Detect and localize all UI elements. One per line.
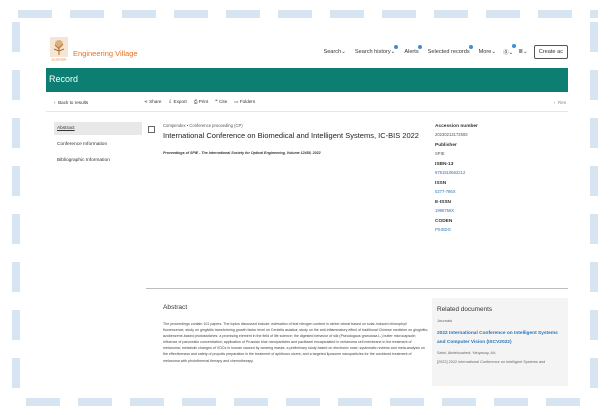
notification-dot bbox=[512, 44, 517, 48]
page-title: Record bbox=[49, 74, 79, 84]
frame-dash-top bbox=[18, 10, 598, 18]
folders-button[interactable]: ▭ Folders bbox=[234, 99, 255, 105]
print-icon: ⎙ bbox=[193, 99, 198, 104]
abstract-text: The proceedings contain 101 papers. The … bbox=[163, 322, 428, 363]
section-nav: Abstract Conference Information Bibliogr… bbox=[54, 122, 142, 170]
meta-label: CODEN bbox=[435, 219, 453, 224]
meta-publisher: Publisher SPIE bbox=[435, 143, 565, 156]
page-title-bar: Record bbox=[46, 68, 568, 92]
library-icon[interactable]: ≣⌄ bbox=[518, 49, 527, 55]
document-type-breadcrumb: Compendex • Conference proceeding (CP) bbox=[163, 123, 243, 128]
meta-label: ISBN-13 bbox=[435, 162, 454, 167]
frame-dash-right bbox=[590, 22, 598, 392]
e-issn-link[interactable]: 1996756X bbox=[435, 208, 565, 213]
meta-coden: CODEN PSISDG bbox=[435, 219, 565, 232]
abstract-heading: Abstract bbox=[163, 304, 188, 311]
issn-link[interactable]: 0277-786X bbox=[435, 189, 565, 194]
svg-text:ELSEVIER: ELSEVIER bbox=[52, 58, 68, 62]
top-header: ELSEVIER Engineering Village Search⌄ Sea… bbox=[46, 36, 568, 68]
frame-dash-bottom bbox=[26, 398, 598, 406]
sidebar-item-conference-information[interactable]: Conference Information bbox=[54, 138, 142, 151]
sidebar-item-bibliographic-information[interactable]: Bibliographic Information bbox=[54, 154, 142, 167]
brand-name[interactable]: Engineering Village bbox=[73, 49, 138, 58]
sidebar-item-abstract[interactable]: Abstract bbox=[54, 122, 142, 135]
meta-e-issn: E-ISSN 1996756X bbox=[435, 200, 565, 213]
nav-selected-records[interactable]: Selected records bbox=[428, 45, 473, 55]
related-documents-heading: Related documents bbox=[437, 306, 493, 313]
coden-link[interactable]: PSISDG bbox=[435, 227, 565, 232]
elsevier-tree-logo: ELSEVIER bbox=[50, 37, 68, 61]
notification-dot bbox=[394, 45, 399, 49]
select-record-checkbox[interactable] bbox=[148, 126, 155, 133]
print-button[interactable]: ⎙ Print bbox=[194, 99, 208, 105]
isbn-link[interactable]: 9781510662212 bbox=[435, 170, 565, 175]
notification-dot bbox=[417, 45, 422, 49]
meta-label: Accession number bbox=[435, 124, 478, 129]
related-document-authors: Sabri, Abdelouahed; Yahyaouy, Ali; bbox=[437, 351, 496, 355]
meta-value: SPIE bbox=[435, 151, 445, 156]
related-documents-panel: Related documents Journals 2022 Internat… bbox=[432, 298, 568, 386]
toolbar-divider bbox=[46, 111, 568, 112]
meta-accession-number: Accession number 20230213172593 bbox=[435, 124, 565, 137]
proceedings-source: Proceedings of SPIE - The International … bbox=[163, 151, 321, 155]
top-nav: Search⌄ Search history⌄ Alerts Selected … bbox=[314, 44, 568, 59]
help-icon[interactable]: ⓪⌄ bbox=[503, 44, 517, 56]
meta-label: ISSN bbox=[435, 181, 447, 186]
cite-button[interactable]: ❞ Cite bbox=[215, 99, 227, 105]
cite-icon: ❞ bbox=[215, 99, 218, 104]
back-to-results-link[interactable]: ‹ Back to results bbox=[54, 100, 88, 105]
record-actions: ⋖ Share ⇩ Export ⎙ Print ❞ Cite ▭ Folder… bbox=[144, 99, 255, 105]
record-toolbar: ‹ Back to results ⋖ Share ⇩ Export ⎙ Pri… bbox=[46, 92, 568, 112]
nav-search-history[interactable]: Search history⌄ bbox=[355, 45, 399, 55]
next-result-link[interactable]: ‹ Res bbox=[554, 100, 566, 105]
meta-label: Publisher bbox=[435, 143, 457, 148]
related-journals-label: Journals bbox=[437, 318, 453, 323]
share-button[interactable]: ⋖ Share bbox=[144, 99, 161, 105]
create-account-button[interactable]: Create ac bbox=[533, 45, 568, 59]
export-button[interactable]: ⇩ Export bbox=[168, 99, 186, 105]
frame-dash-left bbox=[12, 22, 20, 392]
section-divider bbox=[146, 288, 568, 289]
meta-isbn: ISBN-13 9781510662212 bbox=[435, 162, 565, 175]
export-icon: ⇩ bbox=[168, 99, 173, 104]
meta-label: E-ISSN bbox=[435, 200, 451, 205]
nav-alerts[interactable]: Alerts bbox=[404, 45, 422, 55]
nav-search[interactable]: Search⌄ bbox=[323, 49, 345, 55]
record-metadata: Accession number 20230213172593 Publisher… bbox=[435, 124, 565, 238]
folder-icon: ▭ bbox=[234, 99, 239, 104]
related-document-link[interactable]: 2022 International Conference on Intelli… bbox=[437, 329, 563, 347]
meta-value: 20230213172593 bbox=[435, 132, 468, 137]
nav-more[interactable]: More⌄ bbox=[479, 49, 496, 55]
notification-dot bbox=[468, 45, 473, 49]
meta-issn: ISSN 0277-786X bbox=[435, 181, 565, 194]
share-icon: ⋖ bbox=[144, 99, 148, 104]
record-title: International Conference on Biomedical a… bbox=[163, 131, 419, 140]
related-document-source: [2022] 2022 International Conference on … bbox=[437, 360, 546, 364]
record-page: ELSEVIER Engineering Village Search⌄ Sea… bbox=[46, 36, 568, 386]
